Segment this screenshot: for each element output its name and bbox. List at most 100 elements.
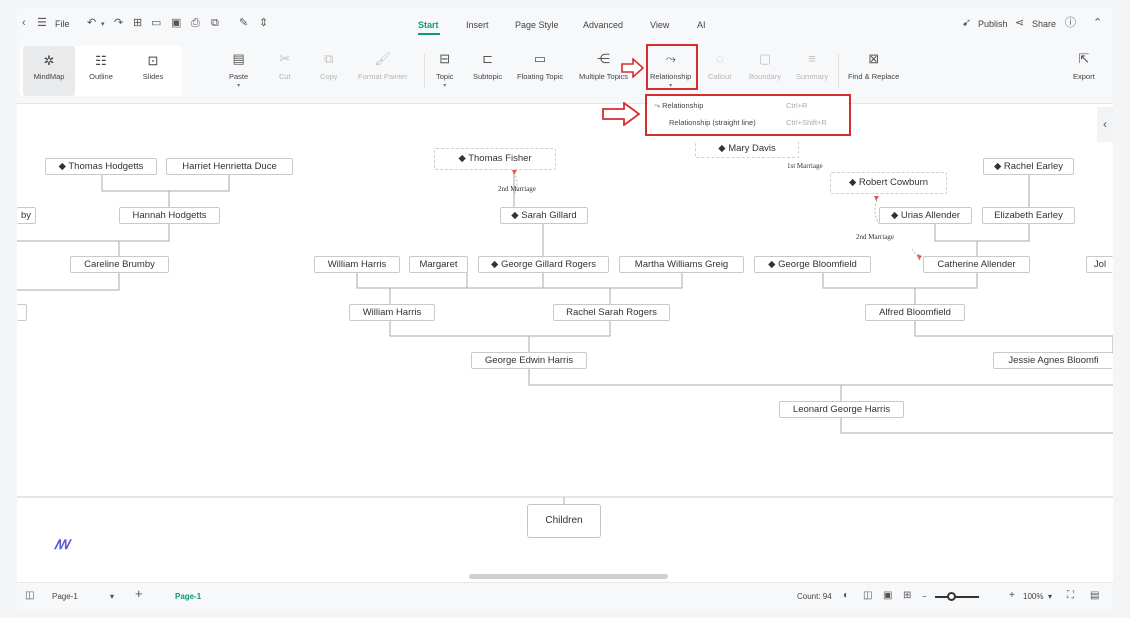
theme-icon[interactable]: ◐ (843, 590, 849, 602)
zoom-slider-track[interactable] (935, 596, 979, 598)
ribbon-toolbar: ✲ MindMap ☷ Outline ⊡ Slides ▤ Paste ▾ ✂… (17, 42, 1113, 104)
copy-button[interactable]: ⧉ Copy (320, 52, 338, 82)
publish-button[interactable]: Publish (978, 19, 1008, 29)
add-page-icon[interactable]: + (135, 587, 143, 600)
book-icon[interactable]: ◫ (863, 590, 872, 602)
fullscreen-icon[interactable]: ⛶ (1067, 590, 1074, 602)
undo-dropdown-icon[interactable]: ▾ (101, 19, 105, 31)
floating-topic-icon: ▭ (533, 51, 547, 66)
chevron-down-icon[interactable]: ▾ (1048, 592, 1052, 601)
boundary-label: Boundary (749, 72, 782, 81)
scissors-icon: ✂ (279, 51, 291, 66)
slides-icon: ⊡ (147, 53, 159, 68)
right-panel-toggle[interactable]: ‹ (1097, 107, 1113, 142)
print-icon[interactable]: ⎙ (191, 17, 200, 29)
export-button[interactable]: ⇱ Export (1073, 52, 1095, 82)
topic-robert-cowburn[interactable]: ◆ Robert Cowburn (830, 172, 947, 194)
topic-william-harris-sr[interactable]: William Harris (314, 256, 400, 273)
zoom-level[interactable]: 100% (1023, 592, 1043, 601)
view-slides-button[interactable]: ⊡ Slides (127, 46, 179, 96)
help-icon[interactable]: ⓘ (1065, 17, 1076, 29)
topic-hannah-hodgetts[interactable]: Hannah Hodgetts (119, 207, 220, 224)
callout-button[interactable]: ◌ Callout (708, 52, 731, 82)
boundary-button[interactable]: ▢ Boundary (749, 52, 782, 82)
topic-children[interactable]: Children (527, 504, 601, 538)
hamburger-icon[interactable]: ☰ (37, 17, 47, 29)
find-replace-button[interactable]: ⊠ Find & Replace (848, 52, 899, 82)
topic-elizabeth-earley[interactable]: Elizabeth Earley (982, 207, 1075, 224)
view-switcher: ✲ MindMap ☷ Outline ⊡ Slides (20, 46, 182, 96)
zoom-out-icon[interactable]: − (922, 592, 927, 601)
topic-partial-right[interactable]: Jol (1086, 256, 1113, 273)
paste-button[interactable]: ▤ Paste ▾ (229, 52, 249, 90)
view-mindmap-button[interactable]: ✲ MindMap (23, 46, 75, 96)
tab-page-style[interactable]: Page Style (515, 20, 559, 30)
topic-harriet-duce[interactable]: Harriet Henrietta Duce (166, 158, 293, 175)
topic-caroline-brumby[interactable]: Careline Brumby (70, 256, 169, 273)
paintbrush-icon: 🖌 (374, 51, 392, 66)
topic-george-edwin-harris[interactable]: George Edwin Harris (471, 352, 587, 369)
save-icon[interactable]: ▣ (171, 17, 181, 29)
zoom-in-icon[interactable]: + (1009, 590, 1015, 601)
topic-partial-left-2[interactable] (17, 304, 27, 321)
open-folder-icon[interactable]: ▭ (151, 17, 161, 29)
cut-button[interactable]: ✂ Cut (279, 51, 291, 82)
sidebar-toggle-icon[interactable]: ◫ (25, 590, 34, 602)
topic-partial-left[interactable]: by (17, 207, 36, 224)
chevron-down-icon[interactable]: ▾ (110, 592, 114, 601)
page-tab[interactable]: Page-1 (175, 592, 201, 601)
collapse-ribbon-icon[interactable]: ⌃ (1093, 17, 1102, 29)
topic-sarah-gillard[interactable]: ◆ Sarah Gillard (500, 207, 588, 224)
fit-icon[interactable]: ⊞ (903, 590, 911, 602)
red-arrow-icon (602, 102, 641, 126)
topic-urias-allender[interactable]: ◆ Urias Allender (879, 207, 972, 224)
topic-thomas-fisher[interactable]: ◆ Thomas Fisher (434, 148, 556, 170)
topic-catherine-allender[interactable]: Catherine Allender (923, 256, 1030, 273)
topic-thomas-hodgetts[interactable]: ◆ Thomas Hodgetts (45, 158, 157, 175)
share-button[interactable]: Share (1032, 19, 1056, 29)
page-selector[interactable]: Page-1 (52, 592, 78, 601)
format-painter-button[interactable]: 🖌 Format Painter (358, 51, 408, 82)
subtopic-label: Subtopic (473, 72, 503, 81)
chevron-left-icon[interactable]: ‹ (22, 17, 26, 29)
topic-william-harris[interactable]: William Harris (349, 304, 435, 321)
topic-george-gillard-rogers[interactable]: ◆ George Gillard Rogers (478, 256, 609, 273)
undo-icon[interactable]: ↶ (87, 17, 96, 29)
topic-jessie-bloomfield[interactable]: Jessie Agnes Bloomfi (993, 352, 1113, 369)
topic-margaret[interactable]: Margaret (409, 256, 468, 273)
topic-george-bloomfield[interactable]: ◆ George Bloomfield (754, 256, 871, 273)
horizontal-scrollbar[interactable] (469, 574, 668, 579)
mindmap-icon: ✲ (43, 53, 55, 68)
tab-advanced[interactable]: Advanced (583, 20, 623, 30)
zoom-slider-handle[interactable] (947, 592, 956, 601)
paste-label: Paste (229, 72, 249, 81)
edit-icon[interactable]: ✎ (239, 17, 248, 29)
topic-dropdown-icon: ▾ (443, 83, 447, 89)
more-menu-icon[interactable]: ⇕ (259, 17, 268, 29)
topic-martha-greig[interactable]: Martha Williams Greig (619, 256, 744, 273)
status-bar: ◫ Page-1 ▾ + Page-1 Count: 94 ◐ ◫ ▣ ⊞ − … (17, 582, 1113, 610)
topic-button[interactable]: ⊟ Topic ▾ (436, 52, 454, 90)
summary-button[interactable]: ≡ Summary (796, 52, 828, 82)
layout-icon[interactable]: ▣ (883, 590, 892, 602)
topic-rachel-earley[interactable]: ◆ Rachel Earley (983, 158, 1074, 175)
tab-start[interactable]: Start (418, 20, 439, 30)
app-root: ‹ ☰ File ↶ ▾ ↷ ⊞ ▭ ▣ ⎙ ⧉ ✎ ⇕ Start Inser… (0, 0, 1130, 618)
file-menu[interactable]: File (55, 19, 70, 29)
redo-icon[interactable]: ↷ (114, 17, 123, 29)
mindmap-canvas[interactable]: ‹ ◆ Thomas Hodgetts Harriet Henrietta Du… (17, 104, 1113, 579)
floating-topic-button[interactable]: ▭ Floating Topic (517, 51, 563, 82)
topic-mary-davis[interactable]: ◆ Mary Davis (695, 141, 799, 158)
new-file-icon[interactable]: ⊞ (133, 17, 142, 29)
subtopic-button[interactable]: ⊏ Subtopic (473, 52, 503, 82)
topic-rachel-rogers[interactable]: Rachel Sarah Rogers (553, 304, 670, 321)
panel-icon[interactable]: ▤ (1090, 590, 1099, 602)
tab-view[interactable]: View (650, 20, 669, 30)
export-small-icon[interactable]: ⧉ (211, 17, 219, 29)
tab-insert[interactable]: Insert (466, 20, 489, 30)
topic-leonard-harris[interactable]: Leonard George Harris (779, 401, 904, 418)
share-icon: ⋖ (1015, 17, 1025, 29)
topic-alfred-bloomfield[interactable]: Alfred Bloomfield (865, 304, 965, 321)
tab-ai[interactable]: AI (697, 20, 706, 30)
view-outline-button[interactable]: ☷ Outline (75, 46, 127, 96)
